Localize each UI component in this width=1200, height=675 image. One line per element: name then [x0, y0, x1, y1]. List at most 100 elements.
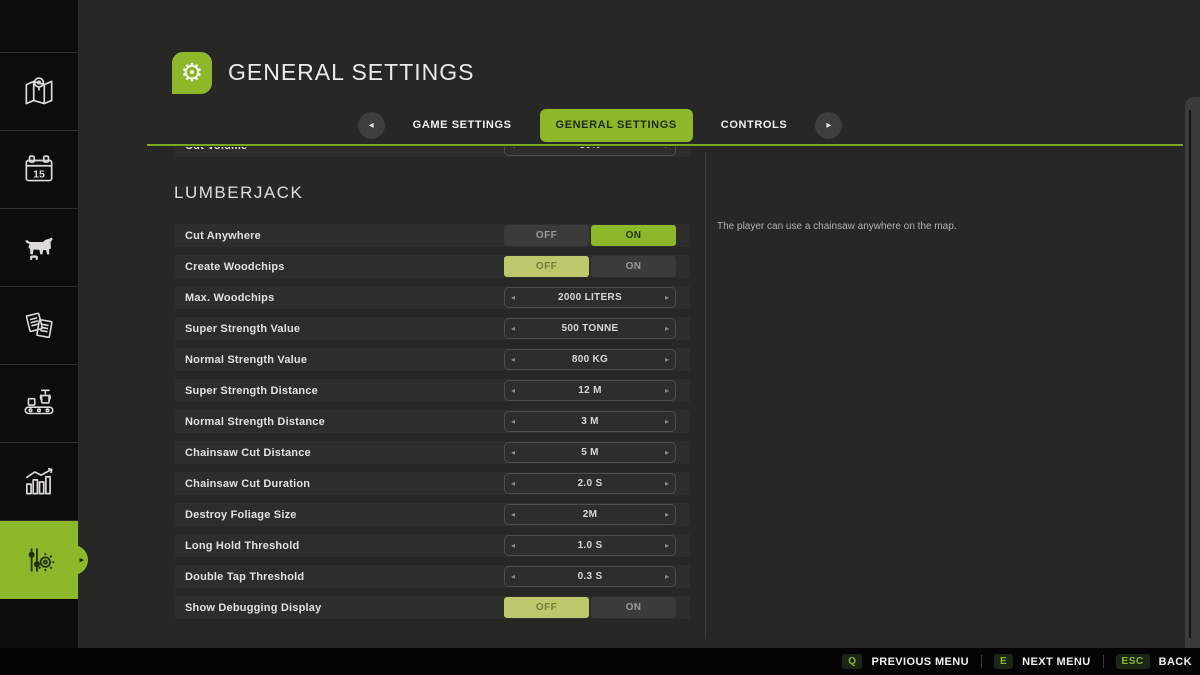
decrease-arrow-icon[interactable]: ◂: [511, 293, 515, 302]
setting-label: Chainsaw Cut Distance: [185, 447, 311, 459]
setting-label: Create Woodchips: [185, 261, 285, 273]
decrease-arrow-icon[interactable]: ◂: [511, 510, 515, 519]
statistics-icon: [20, 463, 58, 501]
selector-value: 800 KG: [572, 354, 608, 365]
value-selector[interactable]: ◂ 2M ▸: [504, 504, 676, 525]
increase-arrow-icon[interactable]: ▸: [665, 386, 669, 395]
decrease-arrow-icon[interactable]: ◂: [511, 147, 515, 150]
sidebar-item-calendar[interactable]: 15: [0, 131, 78, 209]
decrease-arrow-icon[interactable]: ◂: [511, 417, 515, 426]
map-icon: [20, 73, 58, 111]
setting-row: Super Strength Distance ◂ 12 M ▸: [175, 379, 690, 402]
toggle-group: OFFON: [504, 256, 676, 277]
toggle-on-button[interactable]: ON: [591, 256, 676, 277]
increase-arrow-icon[interactable]: ▸: [665, 417, 669, 426]
setting-label: Super Strength Distance: [185, 385, 318, 397]
sidebar-item-statistics[interactable]: [0, 443, 78, 521]
value-selector[interactable]: ◂ 2000 LITERS ▸: [504, 287, 676, 308]
increase-arrow-icon[interactable]: ▸: [665, 324, 669, 333]
increase-arrow-icon[interactable]: ▸: [665, 355, 669, 364]
tab-bar: ◂ GAME SETTINGSGENERAL SETTINGSCONTROLS …: [0, 109, 1200, 142]
value-selector[interactable]: ◂3 M▸: [504, 411, 676, 432]
tab-general-settings[interactable]: GENERAL SETTINGS: [540, 109, 693, 142]
selector-value: 2M: [583, 509, 598, 520]
sidebar-item-production[interactable]: [0, 365, 78, 443]
decrease-arrow-icon[interactable]: ◂: [511, 324, 515, 333]
setting-row: Create Woodchips OFFON: [175, 255, 690, 278]
selector-value: 12 M: [578, 385, 601, 396]
tab-game-settings[interactable]: GAME SETTINGS: [403, 109, 522, 142]
settings-list: Cut AnywhereOFFONCreate WoodchipsOFFONMa…: [175, 224, 690, 627]
hint-label: NEXT MENU: [1022, 656, 1090, 668]
toggle-off-button[interactable]: OFF: [504, 256, 589, 277]
key-badge: E: [994, 654, 1013, 669]
setting-label: Max. Woodchips: [185, 292, 274, 304]
increase-arrow-icon[interactable]: ▸: [665, 572, 669, 581]
setting-label: Normal Strength Value: [185, 354, 307, 366]
toggle-on-button[interactable]: ON: [591, 597, 676, 618]
tab-list: GAME SETTINGS GENERAL SETTINGS CONTROLS: [403, 109, 798, 142]
value-selector[interactable]: ◂ 2.0 S ▸: [504, 473, 676, 494]
setting-row: Max. Woodchips ◂ 2000 LITERS ▸: [175, 286, 690, 309]
sidebar: 15: [0, 0, 78, 648]
footer-hint-bar: QPREVIOUS MENU E NEXT MENU ESC BACK: [0, 648, 1200, 675]
increase-arrow-icon[interactable]: ▸: [665, 510, 669, 519]
toggle-off-button[interactable]: OFF: [504, 597, 589, 618]
decrease-arrow-icon[interactable]: ◂: [511, 386, 515, 395]
setting-label: Destroy Foliage Size: [185, 509, 297, 521]
cow-icon: [20, 229, 58, 267]
value-selector[interactable]: ◂5 M▸: [504, 442, 676, 463]
increase-arrow-icon[interactable]: ▸: [665, 293, 669, 302]
decrease-arrow-icon[interactable]: ◂: [511, 479, 515, 488]
selector-value: 2.0 S: [578, 478, 603, 489]
toggle-group: OFFON: [504, 597, 676, 618]
increase-arrow-icon[interactable]: ▸: [665, 479, 669, 488]
value-selector[interactable]: ◂ 800 KG ▸: [504, 349, 676, 370]
next-tab-arrow-button[interactable]: ▸: [815, 112, 842, 139]
sidebar-item-animals[interactable]: [0, 209, 78, 287]
settings-sliders-icon: [20, 541, 58, 579]
right-arrow-icon: ▸: [826, 120, 831, 131]
selector-value: 500 TONNE: [562, 323, 619, 334]
selector-value: 2000 LITERS: [558, 292, 622, 303]
setting-label: Cut Volume: [185, 147, 247, 152]
setting-row: Double Tap Threshold ◂0.3 S▸: [175, 565, 690, 588]
setting-row: Chainsaw Cut Distance ◂5 M▸: [175, 441, 690, 464]
value-selector[interactable]: ◂ 12 M ▸: [504, 380, 676, 401]
increase-arrow-icon[interactable]: ▸: [665, 541, 669, 550]
increase-arrow-icon[interactable]: ▸: [665, 147, 669, 150]
value-selector[interactable]: ◂ 50% ▸: [504, 147, 676, 156]
general-settings-screen: 15: [0, 0, 1200, 675]
key-badge: ESC: [1116, 654, 1150, 669]
selector-value: 1.0 S: [578, 540, 603, 551]
decrease-arrow-icon[interactable]: ◂: [511, 355, 515, 364]
setting-description: The player can use a chainsaw anywhere o…: [717, 221, 1137, 232]
increase-arrow-icon[interactable]: ▸: [665, 448, 669, 457]
setting-label: Long Hold Threshold: [185, 540, 299, 552]
section-title: LUMBERJACK: [174, 183, 303, 203]
footer-hint-next-menu[interactable]: E NEXT MENU: [994, 654, 1091, 669]
value-selector[interactable]: ◂ 1.0 S ▸: [504, 535, 676, 556]
sidebar-item-settings[interactable]: ▸: [0, 521, 78, 599]
setting-row: Show Debugging Display OFFON: [175, 596, 690, 619]
setting-row: Normal Strength Distance ◂3 M▸: [175, 410, 690, 433]
decrease-arrow-icon[interactable]: ◂: [511, 448, 515, 457]
previous-tab-arrow-button[interactable]: ◂: [358, 112, 385, 139]
decrease-arrow-icon[interactable]: ◂: [511, 541, 515, 550]
value-selector[interactable]: ◂ 500 TONNE ▸: [504, 318, 676, 339]
selector-value: 50%: [580, 147, 601, 151]
decrease-arrow-icon[interactable]: ◂: [511, 572, 515, 581]
setting-label: Normal Strength Distance: [185, 416, 325, 428]
tab-controls[interactable]: CONTROLS: [711, 109, 798, 142]
setting-label: Double Tap Threshold: [185, 571, 304, 583]
toggle-on-button[interactable]: ON: [591, 225, 676, 246]
scrollbar[interactable]: [1185, 97, 1200, 648]
footer-hint-back[interactable]: ESC BACK: [1116, 654, 1192, 669]
clipped-setting-row: Cut Volume ◂ 50% ▸: [175, 147, 690, 159]
setting-label: Show Debugging Display: [185, 602, 321, 614]
sidebar-item-finances[interactable]: [0, 287, 78, 365]
value-selector[interactable]: ◂0.3 S▸: [504, 566, 676, 587]
toggle-off-button[interactable]: OFF: [504, 225, 589, 246]
footer-hint-previous-menu[interactable]: QPREVIOUS MENU: [842, 654, 969, 669]
hint-label: BACK: [1159, 656, 1192, 668]
